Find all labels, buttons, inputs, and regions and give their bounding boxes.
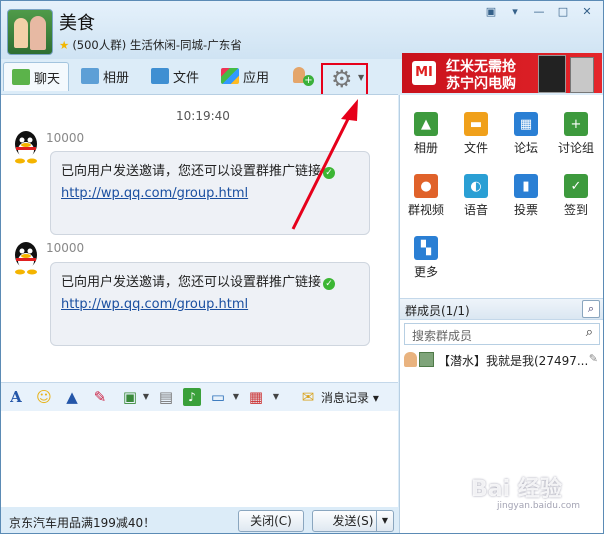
qq-group-chat-window: 美食 ★ (500人群) 生活休闲-同城-广东省 ▣ ▾ — □ ✕ 聊天 相册 … [0,0,604,534]
annotation-arrow [291,99,358,230]
watermark-url: jingyan.baidu.com [497,501,581,511]
watermark-logo: Bai 经验 [471,477,562,502]
